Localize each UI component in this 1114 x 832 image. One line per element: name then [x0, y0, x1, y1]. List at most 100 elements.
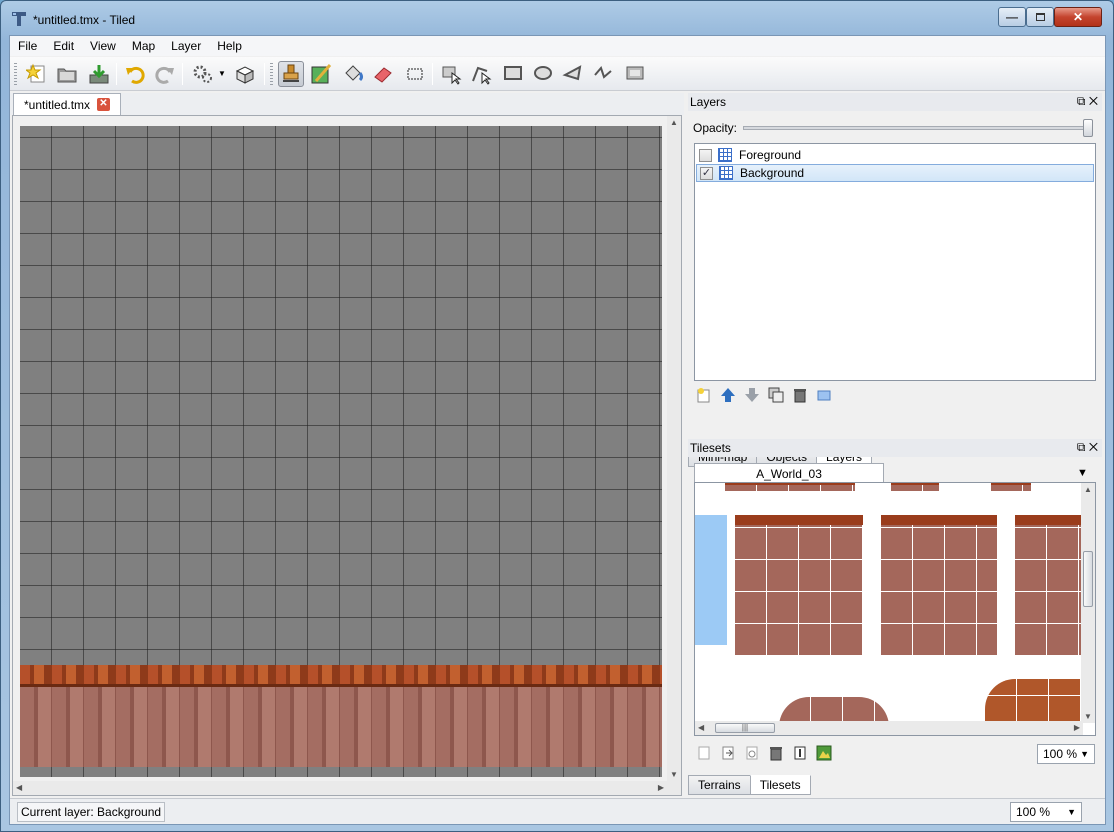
stamp-brush-button[interactable]	[278, 61, 304, 87]
commands-button[interactable]	[190, 61, 216, 87]
undo-button[interactable]	[122, 61, 148, 87]
menu-map[interactable]: Map	[124, 36, 163, 56]
document-tab[interactable]: *untitled.tmx ✕	[13, 93, 121, 115]
layers-title: Layers	[690, 95, 727, 109]
minimize-icon: —	[1006, 10, 1018, 24]
map-vertical-scrollbar[interactable]: ▲ ▼	[667, 116, 681, 781]
tileset-image-button[interactable]	[814, 743, 834, 763]
maximize-button[interactable]	[1026, 7, 1054, 27]
tileset-horizontal-scrollbar[interactable]: ◀ ||| ▶	[695, 721, 1083, 735]
delete-layer-button[interactable]	[790, 385, 810, 405]
layer-properties-button[interactable]	[814, 385, 834, 405]
layer-row-foreground[interactable]: Foreground	[696, 146, 1094, 164]
tab-tilesets[interactable]: Tilesets	[749, 775, 811, 795]
dock-close-icon[interactable]: ✕	[1089, 94, 1098, 108]
duplicate-layer-button[interactable]	[766, 385, 786, 405]
tab-terrains[interactable]: Terrains	[688, 775, 751, 795]
remove-tileset-button[interactable]	[766, 743, 786, 763]
layer-row-background[interactable]: ✓ Background	[696, 164, 1094, 182]
new-layer-button[interactable]	[694, 385, 714, 405]
edit-tileset-button[interactable]	[742, 743, 762, 763]
insert-polyline-button[interactable]	[590, 61, 616, 87]
tile-block[interactable]	[725, 483, 855, 491]
scroll-up-icon[interactable]: ▲	[1084, 485, 1092, 494]
map-canvas[interactable]	[20, 126, 662, 777]
raise-layer-button[interactable]	[718, 385, 738, 405]
opacity-slider-handle[interactable]	[1083, 119, 1093, 137]
insert-polygon-button[interactable]	[560, 61, 586, 87]
tile-block[interactable]	[735, 515, 863, 655]
menu-file[interactable]: File	[10, 36, 45, 56]
scroll-down-icon[interactable]: ▼	[670, 770, 678, 779]
map-zoom-value: 100 %	[1016, 805, 1051, 819]
select-objects-button[interactable]	[438, 61, 464, 87]
document-tab-bar: *untitled.tmx ✕	[10, 93, 684, 115]
layer-list[interactable]: Foreground ✓ Background	[694, 143, 1096, 381]
scrollbar-thumb[interactable]: |||	[715, 723, 775, 733]
tile-block[interactable]	[891, 483, 939, 491]
tab-close-icon[interactable]: ✕	[97, 98, 110, 111]
tileset-view[interactable]: ▲ ▼ ◀ ||| ▶	[694, 482, 1096, 736]
dock-close-icon[interactable]: ✕	[1089, 440, 1098, 454]
toolbar-separator	[432, 63, 433, 85]
tileset-properties-button[interactable]	[790, 743, 810, 763]
terrain-brush-button[interactable]	[308, 61, 334, 87]
commands-dropdown-icon[interactable]: ▼	[218, 69, 226, 78]
tile-block[interactable]	[1015, 515, 1081, 655]
toolbar-grip[interactable]	[14, 63, 17, 85]
menu-help[interactable]: Help	[209, 36, 250, 56]
menu-layer[interactable]: Layer	[163, 36, 209, 56]
scroll-down-icon[interactable]: ▼	[1084, 712, 1092, 721]
layer-toolbar	[694, 385, 834, 407]
float-icon[interactable]: ⧉	[1077, 94, 1086, 108]
save-button[interactable]	[86, 61, 112, 87]
opacity-slider[interactable]	[743, 126, 1093, 130]
toolbar-grip[interactable]	[270, 63, 273, 85]
new-tileset-button[interactable]	[694, 743, 714, 763]
insert-rectangle-button[interactable]	[500, 61, 526, 87]
tile-block[interactable]	[881, 515, 997, 655]
tile-block[interactable]	[985, 679, 1081, 727]
right-dock: Layers ⧉ ✕ Opacity: Foreground ✓ Backgro…	[688, 93, 1102, 795]
random-mode-button[interactable]	[232, 61, 258, 87]
insert-ellipse-button[interactable]	[530, 61, 556, 87]
scroll-left-icon[interactable]: ◀	[16, 783, 22, 792]
layer-visibility-checkbox[interactable]	[699, 148, 712, 162]
layer-visibility-checkbox[interactable]: ✓	[700, 166, 713, 180]
scroll-left-icon[interactable]: ◀	[698, 723, 704, 732]
title-bar[interactable]: *untitled.tmx - Tiled — ✕	[1, 1, 1113, 35]
rect-select-button[interactable]	[402, 61, 428, 87]
map-zoom-select[interactable]: 100 % ▼	[1010, 802, 1082, 822]
import-tileset-button[interactable]	[718, 743, 738, 763]
scroll-right-icon[interactable]: ▶	[658, 783, 664, 792]
stamp-brush-icon	[283, 64, 299, 82]
tileset-vertical-scrollbar[interactable]: ▲ ▼	[1081, 483, 1095, 723]
map-view[interactable]: ▲ ▼ ◀ ▶	[12, 115, 682, 796]
minimize-button[interactable]: —	[998, 7, 1026, 27]
insert-tile-button[interactable]	[622, 61, 648, 87]
edit-polygons-button[interactable]	[468, 61, 494, 87]
layers-dock-title[interactable]: Layers ⧉ ✕	[688, 93, 1102, 111]
tile-layer-icon	[718, 148, 732, 162]
tileset-tab[interactable]: A_World_03	[694, 463, 884, 483]
tile-block[interactable]	[991, 483, 1031, 491]
close-button[interactable]: ✕	[1054, 7, 1102, 27]
menu-edit[interactable]: Edit	[45, 36, 82, 56]
scroll-up-icon[interactable]: ▲	[670, 118, 678, 127]
tileset-zoom-select[interactable]: 100 % ▼	[1037, 744, 1095, 764]
map-horizontal-scrollbar[interactable]: ◀ ▶	[13, 781, 681, 795]
new-map-button[interactable]	[24, 61, 50, 87]
tilesets-dock-title[interactable]: Tilesets ⧉ ✕	[688, 439, 1102, 457]
lower-layer-button[interactable]	[742, 385, 762, 405]
tileset-properties-icon	[794, 746, 806, 760]
scroll-right-icon[interactable]: ▶	[1074, 723, 1080, 732]
tileset-list-dropdown-icon[interactable]: ▼	[1077, 467, 1088, 479]
redo-button[interactable]	[152, 61, 178, 87]
eraser-button[interactable]	[370, 61, 396, 87]
float-icon[interactable]: ⧉	[1077, 440, 1086, 454]
menu-view[interactable]: View	[82, 36, 124, 56]
scrollbar-thumb[interactable]	[1083, 551, 1093, 607]
open-button[interactable]	[54, 61, 80, 87]
bucket-fill-button[interactable]	[340, 61, 366, 87]
window-title: *untitled.tmx - Tiled	[33, 13, 136, 27]
